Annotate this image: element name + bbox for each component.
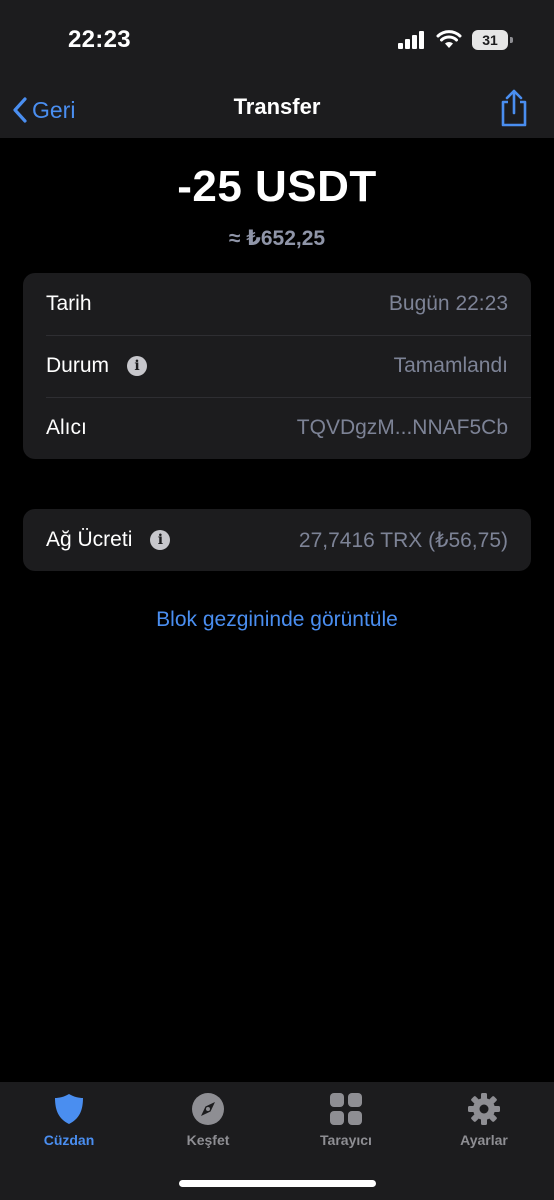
- shield-icon: [55, 1094, 83, 1124]
- date-value: Bugün 22:23: [388, 292, 508, 315]
- date-label: Tarih: [46, 292, 92, 315]
- details-card: Tarih Bugün 22:23 Durum i Tamamlandı Alı…: [23, 273, 531, 459]
- tab-wallet-label: Cüzdan: [43, 1132, 95, 1148]
- tab-browser[interactable]: Tarayıcı: [296, 1092, 396, 1148]
- fee-info-icon[interactable]: i: [150, 530, 171, 550]
- fiat-amount: ≈ ₺652,25: [228, 227, 326, 250]
- view-in-explorer-link[interactable]: Blok gezgininde görüntüle: [0, 608, 554, 632]
- date-row: Tarih Bugün 22:23: [23, 273, 531, 335]
- tab-browser-label: Tarayıcı: [320, 1132, 372, 1148]
- transaction-amount: -25 USDT: [177, 162, 377, 211]
- nav-bar: Geri Transfer: [0, 82, 554, 138]
- tab-discover-label: Keşfet: [186, 1132, 230, 1148]
- compass-icon: [192, 1093, 224, 1125]
- tab-settings[interactable]: Ayarlar: [434, 1092, 534, 1148]
- status-value: Tamamlandı: [393, 354, 508, 377]
- share-icon[interactable]: [498, 88, 530, 128]
- status-row: Durum i Tamamlandı: [23, 335, 531, 397]
- fee-label: Ağ Ücreti: [46, 528, 133, 551]
- tab-settings-label: Ayarlar: [460, 1132, 508, 1148]
- fee-row: Ağ Ücreti i 27,7416 TRX (₺56,75): [23, 509, 531, 571]
- recipient-address[interactable]: TQVDgzM...NNAF5Cb: [297, 416, 508, 440]
- tab-wallet[interactable]: Cüzdan: [19, 1092, 119, 1148]
- recipient-row[interactable]: Alıcı TQVDgzM...NNAF5Cb: [23, 397, 531, 459]
- fee-card: Ağ Ücreti i 27,7416 TRX (₺56,75): [23, 509, 531, 571]
- home-indicator: [179, 1180, 376, 1187]
- status-info-icon[interactable]: i: [127, 356, 148, 376]
- status-icons: 31: [398, 30, 513, 50]
- fee-value: 27,7416 TRX (₺56,75): [298, 528, 508, 552]
- page-title: Transfer: [233, 94, 321, 119]
- grid-icon: [330, 1093, 362, 1125]
- status-bar: 22:23 31: [0, 0, 554, 82]
- status-label: Durum: [46, 354, 110, 377]
- gear-icon: [468, 1093, 500, 1125]
- status-time: 22:23: [68, 26, 131, 53]
- battery-level: 31: [482, 32, 498, 48]
- recipient-label: Alıcı: [46, 416, 87, 439]
- battery-indicator: 31: [472, 30, 513, 50]
- signal-icon: [398, 31, 424, 49]
- tab-discover[interactable]: Keşfet: [158, 1092, 258, 1148]
- wifi-icon: [436, 30, 462, 48]
